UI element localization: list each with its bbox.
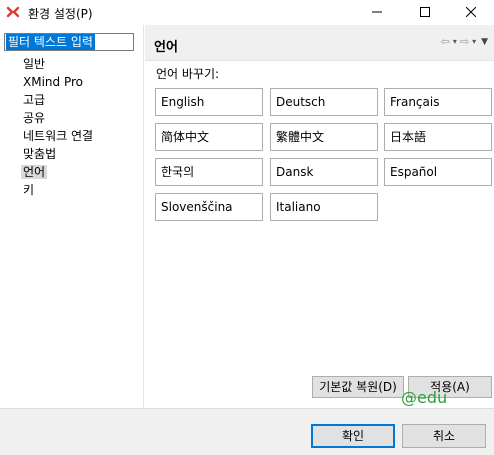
sidebar-item-advanced[interactable]: 고급 bbox=[0, 91, 143, 109]
page-header: 언어 ⇦ ▾ ⇨ ▾ ▼ bbox=[145, 25, 494, 61]
filter-input-value: 필터 텍스트 입력 bbox=[6, 34, 95, 50]
cancel-button[interactable]: 취소 bbox=[402, 424, 486, 448]
sidebar-item-keys[interactable]: 키 bbox=[0, 181, 143, 199]
language-button-spanish[interactable]: Español bbox=[384, 158, 492, 186]
sidebar-item-language[interactable]: 언어 bbox=[0, 163, 143, 181]
title-bar: 환경 설정(P) bbox=[0, 0, 494, 24]
back-dropdown-icon[interactable]: ▾ bbox=[453, 37, 457, 46]
dialog-button-bar: 확인 취소 bbox=[0, 408, 494, 455]
watermark-text: @edu bbox=[401, 388, 448, 407]
sidebar-item-general[interactable]: 일반 bbox=[0, 55, 143, 73]
sidebar-item-network[interactable]: 네트워크 연결 bbox=[0, 127, 143, 145]
forward-arrow-icon[interactable]: ⇨ bbox=[460, 35, 469, 48]
sidebar-item-label: XMind Pro bbox=[23, 75, 83, 89]
view-menu-icon[interactable]: ▼ bbox=[481, 37, 488, 47]
language-button-slovenian[interactable]: Slovenščina bbox=[155, 193, 263, 221]
page-title: 언어 bbox=[154, 40, 178, 55]
language-button-traditional-chinese[interactable]: 繁體中文 bbox=[270, 123, 378, 151]
language-button-german[interactable]: Deutsch bbox=[270, 88, 378, 116]
language-change-label: 언어 바꾸기: bbox=[156, 67, 220, 81]
maximize-button[interactable] bbox=[402, 0, 448, 24]
restore-defaults-button[interactable]: 기본값 복원(D) bbox=[312, 376, 404, 398]
preferences-sidebar: 필터 텍스트 입력 일반 XMind Pro 고급 공유 네트워크 연결 맞춤법… bbox=[0, 25, 144, 408]
language-button-italian[interactable]: Italiano bbox=[270, 193, 378, 221]
sidebar-item-label: 맞춤법 bbox=[23, 147, 57, 161]
language-page: 언어 ⇦ ▾ ⇨ ▾ ▼ 언어 바꾸기: English Deutsch Fra… bbox=[145, 25, 494, 408]
language-button-korean[interactable]: 한국의 bbox=[155, 158, 263, 186]
language-button-japanese[interactable]: 日本語 bbox=[384, 123, 492, 151]
language-button-simplified-chinese[interactable]: 简体中文 bbox=[155, 123, 263, 151]
back-arrow-icon[interactable]: ⇦ bbox=[441, 35, 450, 48]
forward-dropdown-icon[interactable]: ▾ bbox=[472, 37, 476, 46]
sidebar-item-sharing[interactable]: 공유 bbox=[0, 109, 143, 127]
sidebar-item-xmind-pro[interactable]: XMind Pro bbox=[0, 73, 143, 91]
sidebar-item-label: 공유 bbox=[23, 111, 46, 125]
minimize-icon bbox=[372, 11, 382, 13]
filter-input[interactable]: 필터 텍스트 입력 bbox=[4, 33, 134, 51]
sidebar-item-label: 언어 bbox=[21, 165, 48, 179]
language-button-english[interactable]: English bbox=[155, 88, 263, 116]
ok-button[interactable]: 확인 bbox=[311, 424, 395, 448]
sidebar-item-spelling[interactable]: 맞춤법 bbox=[0, 145, 143, 163]
window-title: 환경 설정(P) bbox=[28, 7, 93, 21]
minimize-button[interactable] bbox=[354, 0, 400, 24]
close-button[interactable] bbox=[448, 0, 494, 24]
sidebar-item-label: 네트워크 연결 bbox=[23, 129, 94, 143]
maximize-icon bbox=[420, 7, 430, 17]
sidebar-item-label: 고급 bbox=[23, 93, 46, 107]
language-button-danish[interactable]: Dansk bbox=[270, 158, 378, 186]
xmind-logo-icon bbox=[6, 6, 20, 18]
language-button-french[interactable]: Français bbox=[384, 88, 492, 116]
sidebar-item-label: 일반 bbox=[23, 57, 46, 71]
close-icon bbox=[466, 7, 476, 17]
page-navigation: ⇦ ▾ ⇨ ▾ ▼ bbox=[441, 35, 488, 48]
sidebar-item-label: 키 bbox=[23, 183, 35, 197]
preferences-tree: 일반 XMind Pro 고급 공유 네트워크 연결 맞춤법 언어 키 bbox=[0, 55, 143, 199]
